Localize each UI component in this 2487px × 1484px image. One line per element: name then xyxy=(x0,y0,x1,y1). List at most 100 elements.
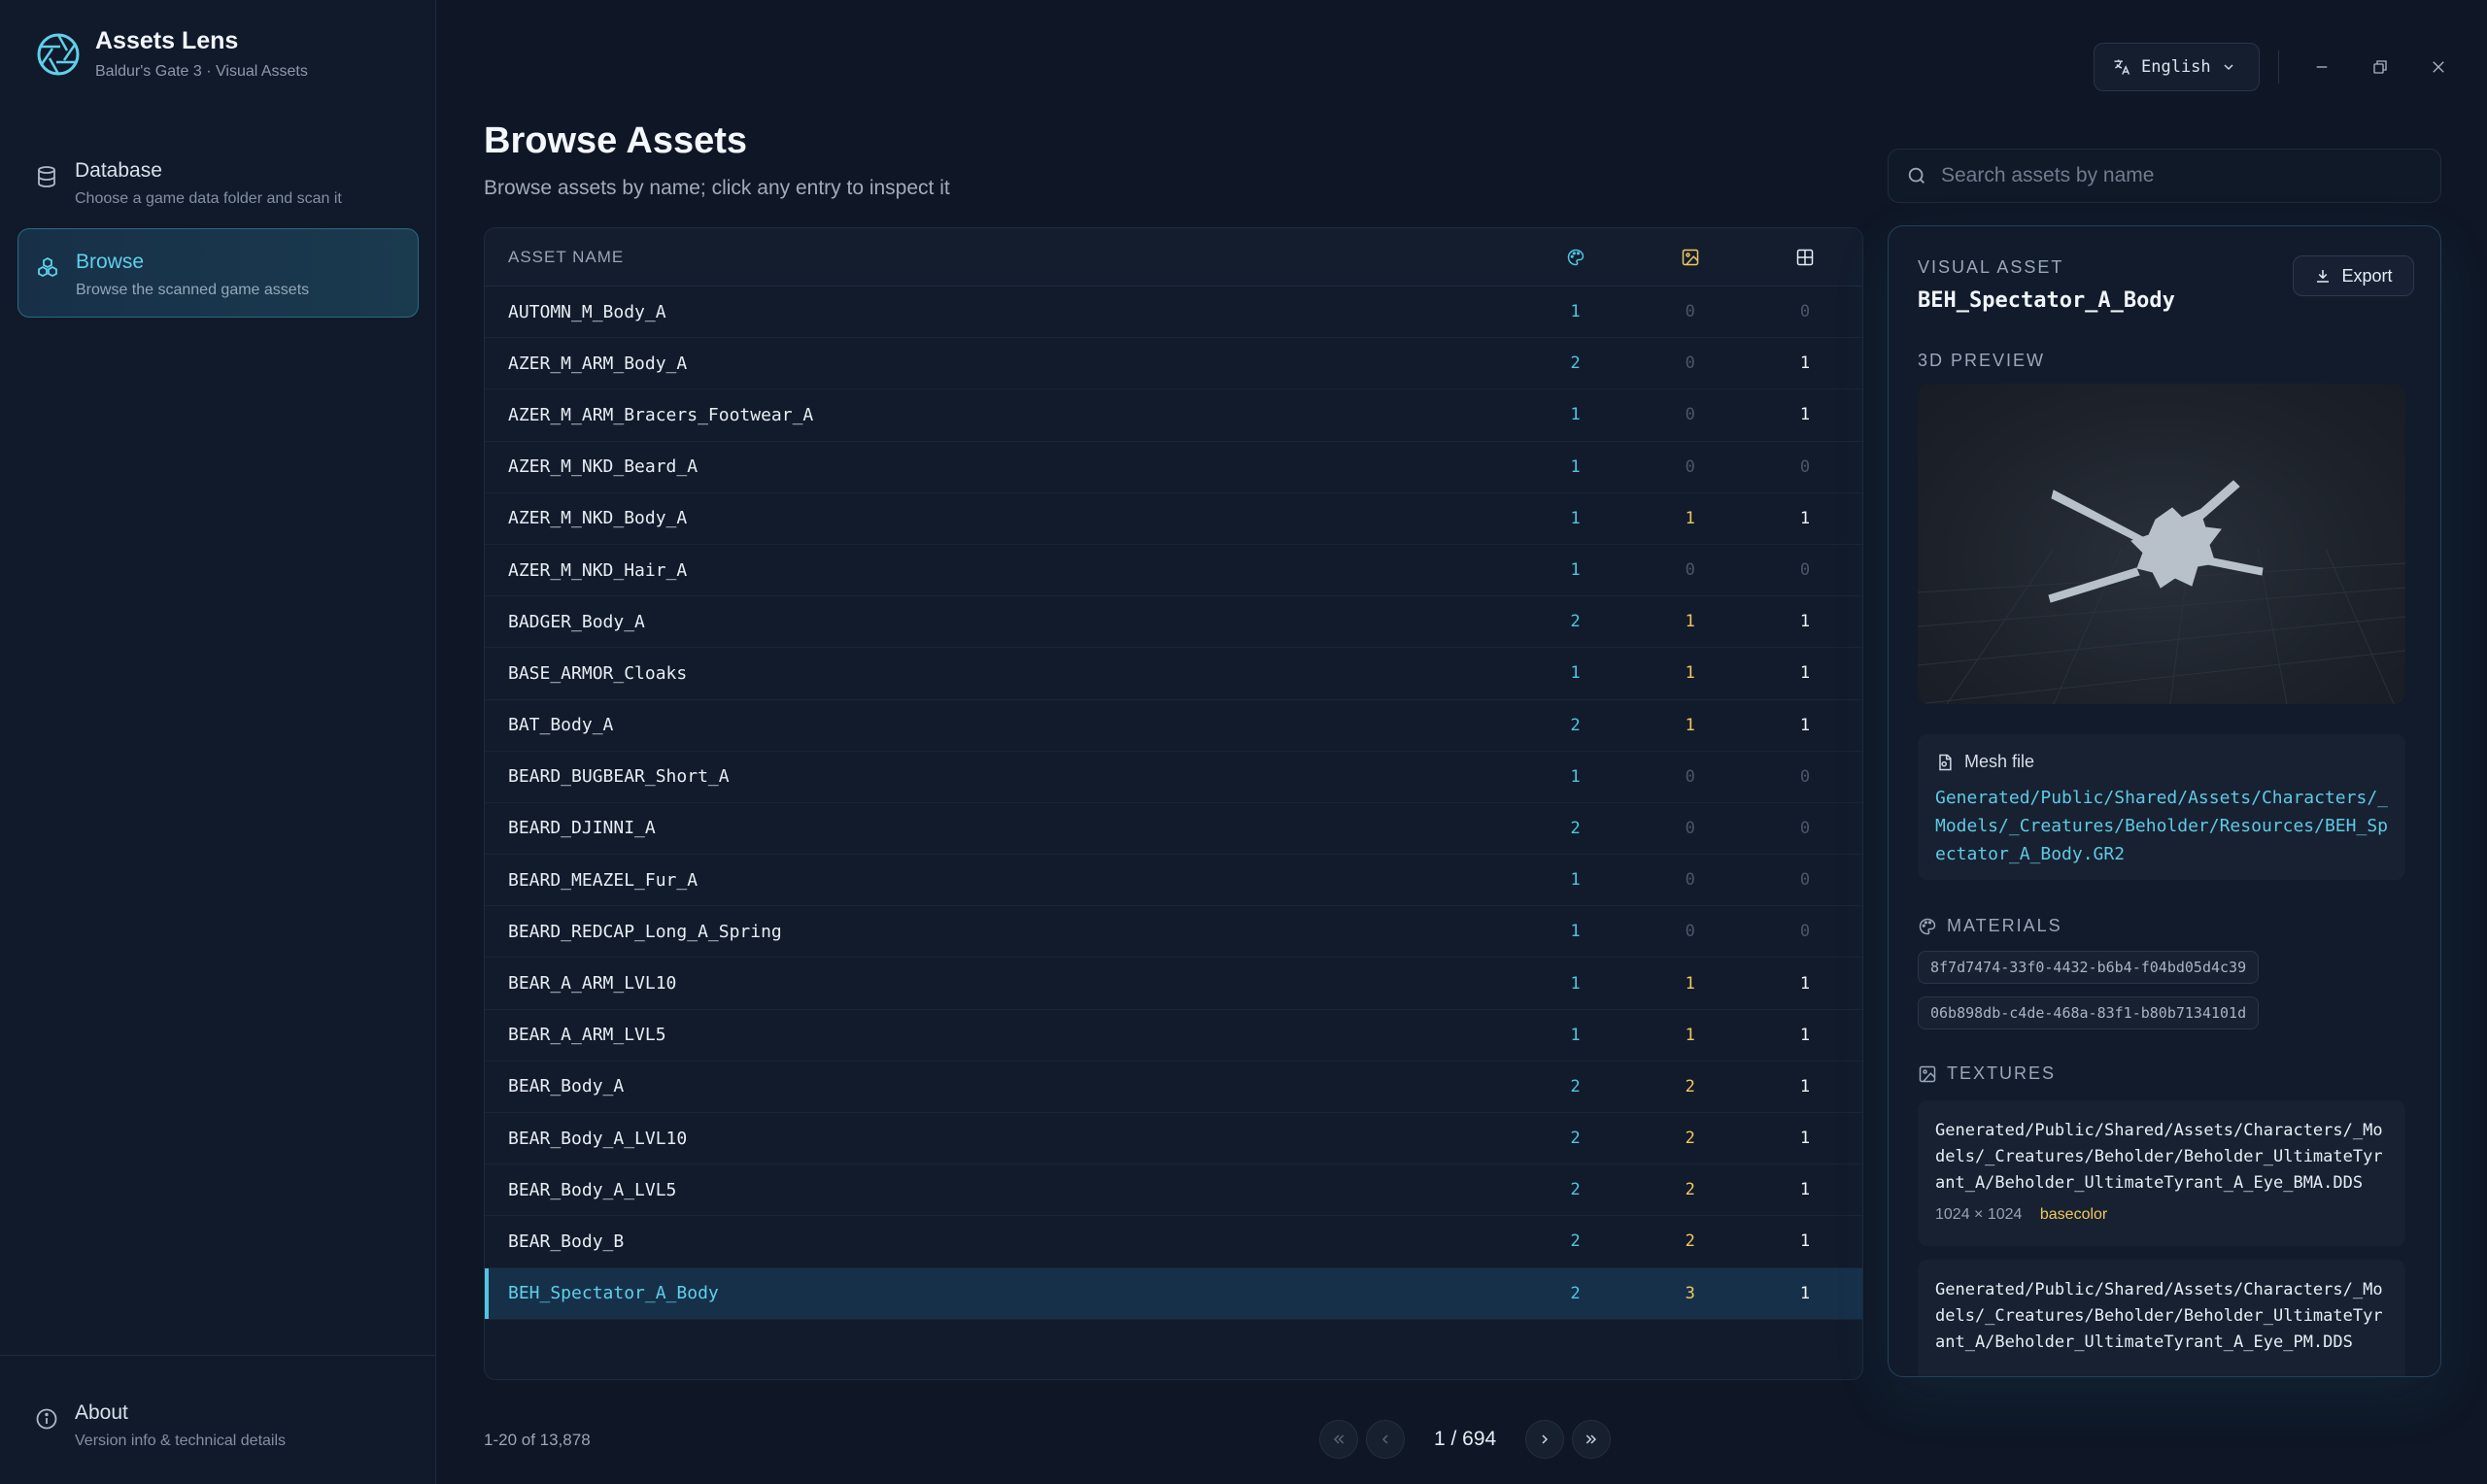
table-row[interactable]: AZER_M_NKD_Hair_A 1 0 0 xyxy=(485,545,1862,597)
materials-count-cell: 2 xyxy=(1570,1076,1581,1096)
mesh-file-path[interactable]: Generated/Public/Shared/Assets/Character… xyxy=(1935,784,2388,868)
export-button[interactable]: Export xyxy=(2293,255,2414,296)
last-page-button[interactable] xyxy=(1572,1420,1612,1459)
sidebar-footer: About Version info & technical details xyxy=(0,1355,435,1484)
nav-item-browse[interactable]: Browse Browse the scanned game assets xyxy=(17,228,419,318)
asset-name-cell: BASE_ARMOR_Cloaks xyxy=(508,662,688,684)
file-icon xyxy=(1939,754,1952,770)
textures-count-cell: 0 xyxy=(1685,560,1695,581)
textures-count-cell: 0 xyxy=(1685,818,1695,838)
asset-name-cell: BEAR_Body_A xyxy=(508,1076,625,1097)
restore-button[interactable] xyxy=(2366,52,2395,82)
meshes-count-cell: 1 xyxy=(1799,663,1811,684)
aperture-logo-icon xyxy=(37,33,80,75)
table-row[interactable]: BEAR_Body_A_LVL5 2 2 1 xyxy=(485,1164,1862,1217)
search-icon xyxy=(1908,167,1925,184)
mesh-file-card: Mesh file Generated/Public/Shared/Assets… xyxy=(1918,734,2405,880)
table-row[interactable]: BADGER_Body_A 2 1 1 xyxy=(485,596,1862,649)
column-header-meshes[interactable] xyxy=(1748,248,1862,267)
material-chip[interactable]: 8f7d7474-33f0-4432-b6b4-f04bd05d4c39 xyxy=(1918,951,2260,984)
meshes-count-cell: 0 xyxy=(1799,302,1811,322)
table-row[interactable]: BEARD_DJINNI_A 2 0 0 xyxy=(485,803,1862,856)
close-button[interactable] xyxy=(2424,52,2453,82)
table-row[interactable]: BAT_Body_A 2 1 1 xyxy=(485,700,1862,752)
textures-count-cell: 1 xyxy=(1685,973,1695,994)
asset-name-cell: BADGER_Body_A xyxy=(508,611,645,632)
textures-count-cell: 0 xyxy=(1685,766,1695,787)
asset-name-cell: AUTOMN_M_Body_A xyxy=(508,301,666,322)
materials-section-header: MATERIALS xyxy=(1918,916,2062,936)
close-icon xyxy=(2433,61,2444,73)
table-row[interactable]: BEAR_A_ARM_LVL10 1 1 1 xyxy=(485,958,1862,1010)
next-page-button[interactable] xyxy=(1525,1420,1565,1459)
materials-count-cell: 1 xyxy=(1570,663,1581,684)
table-body: AUTOMN_M_Body_A 1 0 0 AZER_M_ARM_Body_A 2 0 1 AZ… xyxy=(485,287,1862,1320)
texture-type-tag: basecolor xyxy=(2039,1206,2108,1223)
materials-count-cell: 1 xyxy=(1570,560,1581,581)
table-row[interactable]: BASE_ARMOR_Cloaks 1 1 1 xyxy=(485,648,1862,700)
table-row[interactable]: BEARD_MEAZEL_Fur_A 1 0 0 xyxy=(485,855,1862,907)
materials-count-cell: 2 xyxy=(1570,1129,1581,1149)
meshes-count-cell: 1 xyxy=(1799,1180,1811,1200)
image-icon xyxy=(1682,249,1699,265)
meshes-count-cell: 0 xyxy=(1799,456,1811,477)
materials-count-cell: 2 xyxy=(1570,612,1581,632)
column-header-name[interactable]: ASSET NAME xyxy=(485,248,1518,267)
textures-count-cell: 1 xyxy=(1685,508,1695,528)
meshes-count-cell: 1 xyxy=(1799,715,1811,735)
nav-item-about[interactable]: About Version info & technical details xyxy=(17,1380,419,1469)
table-row[interactable]: AZER_M_NKD_Beard_A 1 0 0 xyxy=(485,442,1862,493)
materials-count-cell: 1 xyxy=(1570,302,1581,322)
language-select[interactable]: English xyxy=(2094,43,2260,91)
topbar-divider xyxy=(2278,51,2279,84)
table-row[interactable]: BEARD_BUGBEAR_Short_A 1 0 0 xyxy=(485,752,1862,803)
chevrons-left-icon xyxy=(1333,1434,1345,1444)
textures-count-cell: 0 xyxy=(1685,302,1695,322)
meshes-count-cell: 1 xyxy=(1799,1076,1811,1096)
asset-name-cell: BAT_Body_A xyxy=(508,715,614,736)
minimize-icon xyxy=(2316,66,2328,68)
material-chip[interactable]: 06b898db-c4de-468a-83f1-b80b7134101d xyxy=(1918,996,2260,1029)
3d-preview-viewport[interactable] xyxy=(1918,384,2405,704)
nav-browse-desc: Browse the scanned game assets xyxy=(76,282,310,298)
texture-path: Generated/Public/Shared/Assets/Character… xyxy=(1935,1121,2383,1193)
materials-label: MATERIALS xyxy=(1947,916,2062,935)
textures-count-cell: 0 xyxy=(1685,870,1695,891)
asset-table: ASSET NAME AUTOMN_M_Body_A 1 0 0 AZER_M_ARM_… xyxy=(484,227,1863,1380)
table-row[interactable]: BEAR_Body_B 2 2 1 xyxy=(485,1216,1862,1268)
asset-name-cell: AZER_M_ARM_Bracers_Footwear_A xyxy=(508,404,814,425)
preview-label: 3D PREVIEW xyxy=(1918,351,2046,370)
materials-count-cell: 1 xyxy=(1570,973,1581,994)
table-row[interactable]: AZER_M_ARM_Bracers_Footwear_A 1 0 1 xyxy=(485,389,1862,442)
texture-card[interactable]: Generated/Public/Shared/Assets/Character… xyxy=(1918,1100,2405,1246)
textures-count-cell: 0 xyxy=(1685,354,1695,374)
table-row[interactable]: BEAR_Body_A_LVL10 2 2 1 xyxy=(485,1113,1862,1165)
table-row[interactable]: AZER_M_ARM_Body_A 2 0 1 xyxy=(485,338,1862,390)
nav-item-database[interactable]: Database Choose a game data folder and s… xyxy=(17,138,419,227)
materials-count-cell: 1 xyxy=(1570,766,1581,787)
nav-about-label: About xyxy=(75,1401,128,1424)
table-row[interactable]: BEAR_A_ARM_LVL5 1 1 1 xyxy=(485,1010,1862,1062)
asset-name-cell: BEAR_Body_A_LVL5 xyxy=(508,1179,677,1200)
column-header-textures[interactable] xyxy=(1633,248,1748,267)
table-row[interactable]: BEH_Spectator_A_Body 2 3 1 xyxy=(485,1267,1862,1320)
result-range: 1-20 of 13,878 xyxy=(484,1431,591,1449)
column-header-materials[interactable] xyxy=(1518,248,1633,267)
page-title: Browse Assets xyxy=(484,120,748,161)
prev-page-button[interactable] xyxy=(1366,1420,1405,1459)
table-row[interactable]: AZER_M_NKD_Body_A 1 1 1 xyxy=(485,493,1862,545)
materials-count-cell: 1 xyxy=(1570,456,1581,477)
search-input[interactable] xyxy=(1941,164,2407,187)
grid-icon xyxy=(1796,249,1814,265)
chevrons-right-icon xyxy=(1586,1434,1597,1444)
minimize-button[interactable] xyxy=(2307,52,2336,82)
page-subtitle: Browse assets by name; click any entry t… xyxy=(484,177,950,199)
table-row[interactable]: BEAR_Body_A 2 2 1 xyxy=(485,1062,1862,1113)
table-row[interactable]: BEARD_REDCAP_Long_A_Spring 1 0 0 xyxy=(485,906,1862,959)
asset-name-cell: BEAR_Body_A_LVL10 xyxy=(508,1128,688,1149)
asset-name-cell: AZER_M_ARM_Body_A xyxy=(508,353,688,374)
texture-card[interactable]: Generated/Public/Shared/Assets/Character… xyxy=(1918,1260,2405,1376)
materials-count-cell: 2 xyxy=(1570,1283,1581,1303)
table-row[interactable]: AUTOMN_M_Body_A 1 0 0 xyxy=(485,287,1862,339)
first-page-button[interactable] xyxy=(1319,1420,1358,1459)
